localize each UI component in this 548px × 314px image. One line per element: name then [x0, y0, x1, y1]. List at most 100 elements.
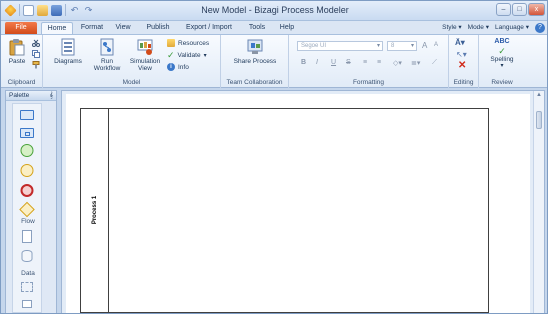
- align-center-icon[interactable]: ≡: [377, 59, 381, 66]
- group-team-collaboration: Share Process Team Collaboration: [221, 35, 289, 88]
- group-formatting: Segoe UI ▾ 8 ▾ A A B I U S ≡ ≡ ◇▾ ≣▾ ⟋ F…: [289, 35, 449, 88]
- task-shape-icon[interactable]: [20, 110, 34, 120]
- cut-icon[interactable]: [32, 39, 40, 47]
- annotation-shape-icon[interactable]: [22, 300, 32, 308]
- resources-button[interactable]: Resources: [167, 39, 209, 47]
- style-menu[interactable]: Style ▾: [442, 22, 462, 34]
- subprocess-shape-icon[interactable]: [20, 128, 34, 138]
- ribbon: Paste Clipboard Diagrams Run Workflow Si…: [1, 34, 547, 88]
- group-editing: Ä▾ ↖▾ ✕ Editing: [449, 35, 479, 88]
- share-process-icon: [247, 39, 263, 54]
- pin-icon[interactable]: 𝄞: [49, 91, 53, 101]
- chevron-down-icon: ▾: [376, 43, 380, 49]
- tab-publish[interactable]: Publish: [141, 22, 175, 34]
- simulation-view-icon: [137, 39, 153, 55]
- tab-help[interactable]: Help: [275, 22, 299, 34]
- chevron-down-icon: ▾: [203, 52, 207, 59]
- group-review: ABC ✓ Spelling ▾ Review: [479, 35, 525, 88]
- diagrams-button[interactable]: Diagrams: [53, 38, 83, 65]
- end-event-icon[interactable]: [20, 184, 34, 197]
- language-menu[interactable]: Language ▾: [495, 22, 529, 34]
- right-menus: Style ▾ Mode ▾ Language ▾ ?: [442, 22, 545, 34]
- resources-icon: [167, 39, 175, 47]
- font-size-select[interactable]: 8 ▾: [387, 41, 417, 51]
- tab-format[interactable]: Format: [77, 22, 107, 34]
- intermediate-event-icon[interactable]: [20, 164, 34, 177]
- maximize-button[interactable]: □: [512, 3, 527, 16]
- language-label: Language: [495, 24, 524, 31]
- chevron-down-icon: ▾: [500, 63, 504, 69]
- shrink-font-button[interactable]: A: [434, 42, 438, 48]
- window-title: New Model - Bizagi Process Modeler: [201, 5, 349, 15]
- data-store-icon[interactable]: [21, 250, 33, 262]
- minimize-button[interactable]: –: [496, 3, 511, 16]
- font-family-select[interactable]: Segoe UI ▾: [297, 41, 383, 51]
- select-icon[interactable]: ↖▾: [456, 50, 467, 59]
- italic-button[interactable]: I: [316, 59, 318, 66]
- validate-button[interactable]: ✓ Validate ▾: [167, 50, 207, 60]
- start-event-icon[interactable]: [20, 144, 34, 157]
- validate-label: Validate: [177, 51, 201, 59]
- pool-header[interactable]: Process 1: [81, 109, 109, 312]
- spelling-check-icon: ✓: [498, 46, 506, 56]
- process-pool[interactable]: Process 1: [80, 108, 489, 313]
- group-label-model: Model: [122, 79, 141, 86]
- delete-icon[interactable]: ✕: [458, 61, 466, 71]
- group-shape-icon[interactable]: [21, 282, 33, 292]
- bold-button[interactable]: B: [301, 59, 306, 66]
- scrollbar-thumb[interactable]: [536, 111, 542, 129]
- align-left-icon[interactable]: ≡: [363, 59, 367, 66]
- diagram-canvas[interactable]: Process 1 ▲: [61, 90, 545, 313]
- vertical-scrollbar[interactable]: ▲: [533, 91, 544, 313]
- palette-shapes: Flow Data: [12, 103, 42, 313]
- tab-home[interactable]: Home: [41, 22, 73, 34]
- format-painter-icon[interactable]: [32, 61, 40, 69]
- diagrams-icon: [61, 38, 75, 56]
- mode-menu[interactable]: Mode ▾: [468, 22, 489, 34]
- spelling-button[interactable]: ABC ✓ Spelling ▾: [483, 38, 521, 69]
- style-label: Style: [442, 24, 457, 31]
- grow-font-button[interactable]: A: [422, 41, 427, 50]
- font-family-value: Segoe UI: [301, 43, 327, 49]
- run-workflow-icon: [100, 38, 114, 56]
- help-icon[interactable]: ?: [535, 23, 545, 33]
- group-label-formatting: Formatting: [352, 79, 385, 86]
- line-color-icon[interactable]: ≣▾: [411, 59, 420, 67]
- strikethrough-button[interactable]: S: [346, 59, 351, 66]
- line-style-icon[interactable]: ⟋: [432, 59, 437, 67]
- paste-button[interactable]: Paste: [5, 38, 29, 65]
- scroll-up-icon[interactable]: ▲: [534, 92, 544, 98]
- font-size-value: 8: [391, 43, 395, 49]
- paste-label: Paste: [8, 58, 26, 65]
- tab-tools[interactable]: Tools: [243, 22, 271, 34]
- find-icon[interactable]: Ä▾: [455, 38, 465, 47]
- gateway-icon[interactable]: [19, 201, 35, 218]
- tab-file[interactable]: File: [5, 22, 37, 34]
- run-workflow-button[interactable]: Run Workflow: [91, 38, 123, 72]
- fill-color-icon[interactable]: ◇▾: [393, 59, 402, 67]
- data-object-icon[interactable]: [22, 230, 32, 243]
- canvas-page[interactable]: Process 1: [66, 94, 530, 313]
- group-label-review: Review: [491, 79, 513, 86]
- info-button[interactable]: i Info: [167, 63, 189, 71]
- close-button[interactable]: x: [528, 3, 545, 16]
- simulation-view-label: Simulation View: [129, 58, 161, 72]
- run-workflow-label: Run Workflow: [93, 58, 121, 72]
- share-process-label: Share Process: [233, 58, 277, 65]
- palette-title: Palette: [9, 92, 30, 99]
- tab-export-import[interactable]: Export / Import: [181, 22, 237, 34]
- simulation-view-button[interactable]: Simulation View: [127, 38, 163, 72]
- window-controls: – □ x: [496, 3, 545, 16]
- palette-category-data: Data: [21, 270, 35, 277]
- ribbon-tabs: File Home Format View Publish Export / I…: [1, 21, 547, 34]
- validate-check-icon: ✓: [167, 50, 175, 60]
- info-icon: i: [167, 63, 175, 71]
- share-process-button[interactable]: Share Process: [231, 38, 279, 65]
- palette-category-flow: Flow: [21, 218, 35, 225]
- tab-view[interactable]: View: [111, 22, 135, 34]
- underline-button[interactable]: U: [331, 59, 336, 66]
- spelling-abc-icon: ABC: [494, 38, 510, 45]
- copy-icon[interactable]: [32, 50, 40, 58]
- group-label-team: Team Collaboration: [226, 79, 283, 86]
- mode-label: Mode: [467, 24, 484, 31]
